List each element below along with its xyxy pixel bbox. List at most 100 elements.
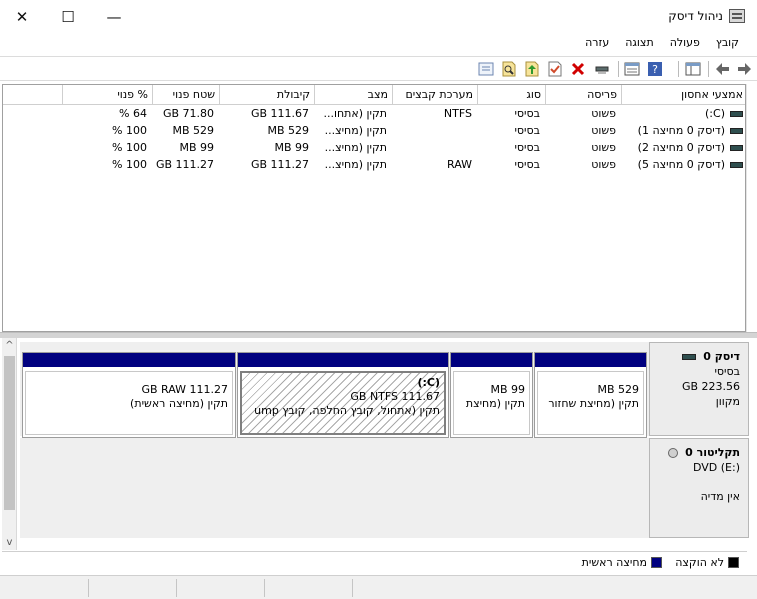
volume-list-scrollbar[interactable]: [746, 84, 757, 332]
partition-recovery[interactable]: MB 529 תקין (מחיצת שחזור: [534, 352, 647, 438]
menu-help[interactable]: עזרה: [577, 33, 617, 55]
disk-0-label[interactable]: דיסק 0 בסיסי GB 223.56 מקוון: [649, 342, 749, 436]
volume-icon: [730, 111, 743, 117]
volume-capacity: MB 99: [274, 141, 309, 154]
partition-size: MB 529: [597, 383, 639, 396]
up-icon[interactable]: [523, 60, 541, 78]
column-header-free-space[interactable]: שטח פנוי: [152, 85, 219, 105]
title-bar: ✕ ☐ — ניהול דיסק: [0, 0, 757, 33]
column-header-type[interactable]: סוג: [477, 85, 545, 105]
cdrom-0-label[interactable]: תקליטור 0 DVD (E:) אין מדיה: [649, 438, 749, 538]
maximize-button[interactable]: ☐: [48, 4, 88, 30]
show-hide-console-tree-icon[interactable]: [684, 60, 702, 78]
console-icon[interactable]: [477, 60, 495, 78]
volume-row[interactable]: (דיסק 0 מחיצה 1) פשוט בסיסי תקין (מחיצ..…: [3, 123, 745, 140]
disk-management-icon: [729, 9, 745, 23]
check-icon[interactable]: [546, 60, 564, 78]
menu-file[interactable]: קובץ: [708, 33, 747, 55]
graphical-scrollbar[interactable]: ^ v: [2, 338, 17, 550]
minimize-button[interactable]: —: [94, 4, 134, 30]
partition-size: GB NTFS 111.67: [350, 390, 440, 403]
partition-size: GB RAW 111.27: [141, 383, 228, 396]
volume-type: בסיסי: [514, 124, 540, 137]
volume-free-space: MB 529: [172, 124, 214, 137]
legend-primary: מחיצה ראשית: [582, 556, 662, 569]
menu-view[interactable]: תצוגה: [617, 33, 661, 55]
volume-name: (דיסק 0 מחיצה 2): [637, 141, 725, 154]
volume-type: בסיסי: [514, 107, 540, 120]
scroll-down-icon[interactable]: v: [2, 537, 17, 548]
volume-name: (דיסק 0 מחיצה 1): [637, 124, 725, 137]
volume-free-space: MB 99: [179, 141, 214, 154]
volume-layout: פשוט: [591, 124, 616, 137]
delete-icon[interactable]: [569, 60, 587, 78]
partition-status: תקין (מחיצת: [465, 397, 525, 410]
search-icon[interactable]: [500, 60, 518, 78]
properties-icon[interactable]: [623, 60, 641, 78]
volume-icon: [730, 128, 743, 134]
primary-partition-bar: [535, 353, 646, 367]
volume-layout: פשוט: [591, 158, 616, 171]
menu-action[interactable]: פעולה: [662, 33, 708, 55]
partition-efi[interactable]: MB 99 תקין (מחיצת: [450, 352, 533, 438]
unallocated-swatch: [728, 557, 739, 568]
disk-graphical-view: דיסק 0 בסיסי GB 223.56 מקוון MB 529 תקין…: [2, 338, 749, 550]
disk-status: מקוון: [715, 395, 740, 408]
disk-size: GB 223.56: [681, 380, 740, 393]
volume-status: תקין (מחיצ...: [324, 124, 387, 137]
column-header-file-system[interactable]: מערכת קבצים: [392, 85, 477, 105]
volume-file-system: [392, 140, 477, 157]
volume-percent-free: 100 %: [112, 141, 147, 154]
volume-file-system: [392, 123, 477, 140]
hard-disk-icon: [681, 354, 696, 360]
volume-name: (C:): [705, 107, 725, 120]
volume-row[interactable]: (דיסק 0 מחיצה 2) פשוט בסיסי תקין (מחיצ..…: [3, 140, 745, 157]
partition-c[interactable]: (C:) GB NTFS 111.67 תקין (אתחול, קובץ הח…: [237, 352, 449, 438]
legend-primary-label: מחיצה ראשית: [581, 556, 647, 569]
cdrom-drive: DVD (E:): [692, 461, 740, 474]
volume-percent-free: 100 %: [112, 124, 147, 137]
primary-partition-bar: [238, 353, 448, 367]
disk-0-row: דיסק 0 בסיסי GB 223.56 מקוון MB 529 תקין…: [20, 342, 749, 438]
legend: לא הוקצה מחיצה ראשית: [2, 551, 747, 573]
volume-layout: פשוט: [591, 141, 616, 154]
disk-type: בסיסי: [714, 365, 740, 378]
partition-status: תקין (אתחול, קובץ החלפה, קובץ ump: [254, 404, 440, 417]
close-button[interactable]: ✕: [2, 4, 42, 30]
partition-raw[interactable]: GB RAW 111.27 תקין (מחיצה ראשית): [22, 352, 236, 438]
volume-capacity: MB 529: [267, 124, 309, 137]
volume-status: תקין (מחיצ...: [324, 141, 387, 154]
svg-text:?: ?: [652, 63, 658, 76]
connect-icon[interactable]: [593, 60, 611, 78]
volume-file-system: RAW: [447, 158, 472, 171]
back-icon[interactable]: [714, 60, 732, 78]
cdrom-name: תקליטור 0: [685, 446, 740, 459]
column-header-volume[interactable]: אמצעי אחסון: [621, 85, 745, 105]
toolbar: ?: [0, 56, 757, 81]
volume-row[interactable]: (דיסק 0 מחיצה 5) פשוט בסיסי RAW תקין (מח…: [3, 157, 745, 174]
legend-unallocated-label: לא הוקצה: [675, 556, 724, 569]
volume-row[interactable]: (C:) פשוט בסיסי NTFS תקין (אתחו... GB 11…: [3, 106, 745, 123]
legend-unallocated: לא הוקצה: [675, 556, 739, 569]
forward-icon[interactable]: [735, 60, 753, 78]
scroll-up-icon[interactable]: ^: [2, 340, 17, 351]
column-header-status[interactable]: מצב: [314, 85, 392, 105]
cd-drive-icon: [667, 448, 678, 458]
volume-file-system: NTFS: [443, 107, 472, 120]
primary-swatch: [651, 557, 662, 568]
volume-capacity: GB 111.27: [250, 158, 309, 171]
help-icon[interactable]: ?: [646, 60, 664, 78]
volume-icon: [730, 162, 743, 168]
volume-free-space: GB 111.27: [155, 158, 214, 171]
volume-name: (דיסק 0 מחיצה 5): [637, 158, 725, 171]
partition-title: (C:): [417, 376, 440, 389]
status-bar: [0, 575, 757, 599]
disk-name: דיסק 0: [703, 350, 740, 363]
column-header-capacity[interactable]: קיבולת: [219, 85, 314, 105]
scroll-thumb[interactable]: [4, 356, 15, 510]
column-header-percent-free[interactable]: % פנוי: [62, 85, 152, 105]
primary-partition-bar: [451, 353, 532, 367]
column-header-layout[interactable]: פריסה: [545, 85, 621, 105]
cdrom-status: אין מדיה: [700, 490, 740, 503]
volume-free-space: GB 71.80: [162, 107, 214, 120]
